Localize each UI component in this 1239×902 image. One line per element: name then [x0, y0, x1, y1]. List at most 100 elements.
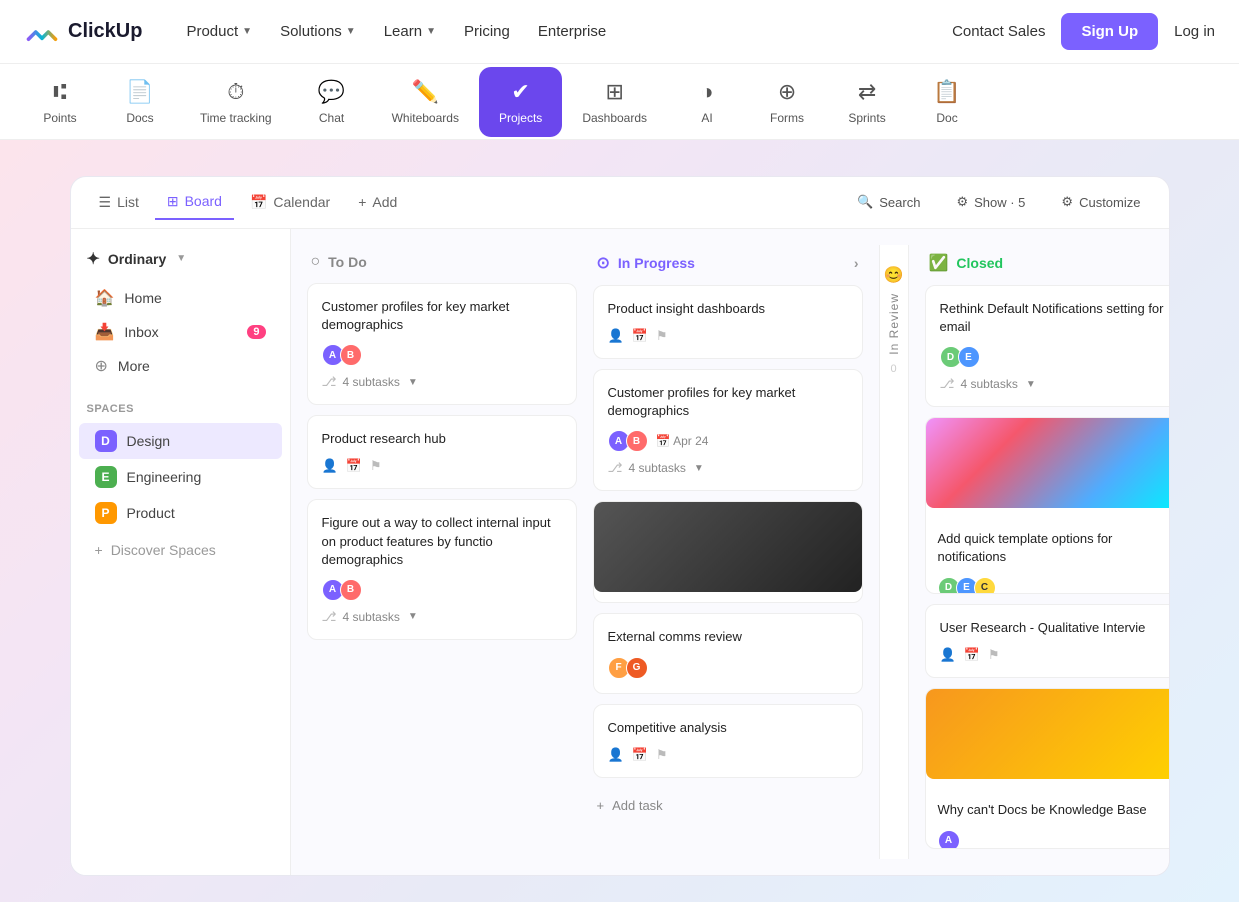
avatar: G: [626, 657, 648, 679]
calendar-icon: 📅: [250, 194, 267, 211]
logo[interactable]: ClickUp: [24, 14, 142, 50]
tab-calendar[interactable]: 📅 Calendar: [238, 186, 342, 219]
inbox-icon: 📥: [95, 322, 115, 342]
table-row[interactable]: Product research hub 👤 📅 ⚑: [307, 415, 577, 489]
sidebar-item-inbox[interactable]: 📥 Inbox 9: [79, 315, 282, 349]
calendar-icon: 📅: [964, 647, 980, 663]
tab-board[interactable]: ⊞ Board: [155, 185, 234, 220]
feature-chat[interactable]: 💬 Chat: [292, 67, 372, 137]
show-icon: ⚙: [956, 194, 968, 210]
docs2-icon: 📋: [933, 79, 960, 105]
closed-status-icon: ✅: [929, 253, 949, 273]
login-link[interactable]: Log in: [1174, 23, 1215, 40]
nav-learn[interactable]: Learn ▼: [372, 15, 448, 48]
inprogress-status-icon: ⊙: [597, 253, 610, 273]
whiteboards-icon: ✏️: [412, 79, 439, 105]
nav-enterprise[interactable]: Enterprise: [526, 15, 618, 48]
nav-pricing[interactable]: Pricing: [452, 15, 522, 48]
board-layout: ✦ Ordinary ▼ 🏠 Home 📥 Inbox 9: [71, 229, 1169, 875]
sidebar-item-more[interactable]: ⊕ More: [79, 349, 282, 383]
points-icon: ⑆: [53, 79, 66, 105]
nav-product[interactable]: Product ▼: [174, 15, 264, 48]
subtask-icon: ⎇: [322, 609, 337, 625]
nav-solutions[interactable]: Solutions ▼: [268, 15, 368, 48]
feature-ai[interactable]: ◑ AI: [667, 67, 747, 137]
avatar-group: D E C: [938, 577, 996, 595]
tab-list[interactable]: ☰ List: [87, 186, 151, 219]
search-button[interactable]: 🔍 Search: [845, 188, 932, 216]
table-row[interactable]: Rethink Default Notifications setting fo…: [925, 285, 1169, 407]
space-design[interactable]: D Design: [79, 423, 282, 459]
inbox-badge: 9: [247, 325, 265, 339]
feature-forms[interactable]: ⊕ Forms: [747, 67, 827, 137]
table-row[interactable]: [593, 501, 863, 603]
customize-button[interactable]: ⚙ Customize: [1049, 188, 1152, 216]
space-engineering[interactable]: E Engineering: [79, 459, 282, 495]
add-task-button[interactable]: + Add task: [593, 788, 863, 823]
workspace-icon: ✦: [87, 249, 100, 269]
subtask-icon: ⎇: [322, 374, 337, 390]
column-expand-icon[interactable]: ›: [854, 255, 859, 271]
column-closed: ✅ Closed Rethink Default Notifications s…: [925, 245, 1169, 859]
feature-projects[interactable]: ✔ Projects: [479, 67, 562, 137]
date-label: 📅 Apr 24: [656, 434, 709, 448]
chevron-icon: ▼: [694, 463, 704, 474]
board-container: ☰ List ⊞ Board 📅 Calendar + Add 🔍: [70, 176, 1170, 876]
avatar-group: D E: [940, 346, 980, 368]
flag-icon: ⚑: [988, 647, 1000, 663]
table-row[interactable]: User Research - Qualitative Intervie 👤 📅…: [925, 604, 1169, 678]
feature-time-tracking[interactable]: ⏱ Time tracking: [180, 67, 292, 137]
tab-add[interactable]: + Add: [346, 186, 409, 218]
flag-icon: ⚑: [370, 458, 382, 474]
feature-bar: ⑆ Points 📄 Docs ⏱ Time tracking 💬 Chat ✏…: [0, 64, 1239, 140]
forms-icon: ⊕: [778, 79, 796, 105]
avatar: B: [340, 579, 362, 601]
avatar: C: [974, 577, 996, 595]
user-icon: 👤: [608, 747, 624, 763]
space-dot-product: P: [95, 502, 117, 524]
feature-docs[interactable]: 📄 Docs: [100, 67, 180, 137]
avatar-group: A B: [322, 579, 362, 601]
show-button[interactable]: ⚙ Show · 5: [944, 188, 1037, 216]
table-row[interactable]: Competitive analysis 👤 📅 ⚑: [593, 704, 863, 778]
chevron-icon: ▼: [408, 377, 418, 388]
docs-icon: 📄: [126, 79, 153, 105]
customize-icon: ⚙: [1061, 194, 1073, 210]
column-inprogress: ⊙ In Progress › Product insight dashboar…: [593, 245, 863, 859]
sidebar-item-home[interactable]: 🏠 Home: [79, 281, 282, 315]
nav-links: Product ▼ Solutions ▼ Learn ▼ Pricing En…: [174, 15, 952, 48]
table-row[interactable]: External comms review F G: [593, 613, 863, 693]
avatar-group: A: [938, 830, 960, 849]
feature-whiteboards[interactable]: ✏️ Whiteboards: [372, 67, 479, 137]
discover-spaces[interactable]: + Discover Spaces: [79, 535, 282, 565]
plus-icon: +: [597, 798, 605, 813]
search-icon: 🔍: [857, 194, 873, 210]
contact-sales-link[interactable]: Contact Sales: [952, 23, 1045, 40]
card-image: [926, 689, 1169, 779]
feature-dashboards[interactable]: ⊞ Dashboards: [562, 67, 667, 137]
space-product[interactable]: P Product: [79, 495, 282, 531]
table-row[interactable]: Customer profiles for key market demogra…: [307, 283, 577, 405]
table-row[interactable]: Why can't Docs be Knowledge Base A: [925, 688, 1169, 849]
workspace-header[interactable]: ✦ Ordinary ▼: [71, 241, 290, 281]
calendar-icon: 📅: [632, 328, 648, 344]
chat-icon: 💬: [318, 79, 345, 105]
table-row[interactable]: Add quick template options for notificat…: [925, 417, 1169, 594]
avatar: B: [626, 430, 648, 452]
calendar-icon: 📅: [632, 747, 648, 763]
chevron-down-icon: ▼: [346, 26, 356, 37]
todo-status-icon: ○: [311, 253, 321, 271]
ai-icon: ◑: [700, 79, 713, 105]
column-todo: ○ To Do Customer profiles for key market…: [307, 245, 577, 859]
feature-sprints[interactable]: ⇄ Sprints: [827, 67, 907, 137]
chevron-icon: ▼: [408, 611, 418, 622]
feature-docs2[interactable]: 📋 Doc: [907, 67, 987, 137]
feature-points[interactable]: ⑆ Points: [20, 67, 100, 137]
time-icon: ⏱: [227, 79, 244, 105]
table-row[interactable]: Product insight dashboards 👤 📅 ⚑: [593, 285, 863, 359]
table-row[interactable]: Figure out a way to collect internal inp…: [307, 499, 577, 640]
sign-up-button[interactable]: Sign Up: [1061, 13, 1158, 50]
table-row[interactable]: Customer profiles for key market demogra…: [593, 369, 863, 491]
column-closed-header: ✅ Closed: [925, 245, 1169, 285]
column-inreview[interactable]: 😊 In Review 0: [879, 245, 909, 859]
